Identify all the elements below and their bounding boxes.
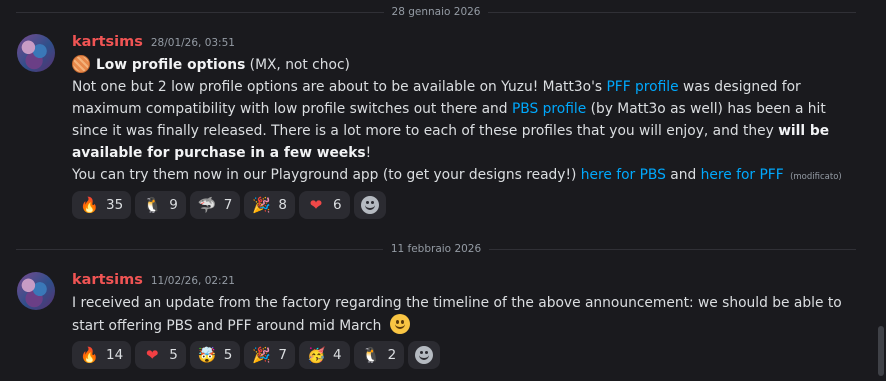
text-span: Not one but 2 low profile options are ab…: [72, 79, 607, 95]
avatar[interactable]: [17, 272, 55, 310]
reaction-count: 14: [106, 347, 124, 363]
reaction-count: 7: [278, 347, 287, 363]
divider-line: [488, 11, 856, 13]
fire-icon: 🔥: [80, 195, 99, 214]
divider-date-label: 28 gennaio 2026: [391, 6, 481, 18]
text-span: I received an update from the factory re…: [72, 295, 842, 334]
author-name[interactable]: kartsims: [72, 34, 143, 50]
reaction-count: 6: [332, 197, 342, 213]
pbs-profile-link[interactable]: PBS profile: [512, 101, 586, 117]
heart-on-fire-icon: ❤: [309, 195, 323, 214]
reaction-count: 35: [106, 197, 124, 213]
reaction-count: 9: [169, 197, 178, 213]
divider-date-label: 11 febbraio 2026: [390, 243, 482, 255]
add-reaction-button[interactable]: [408, 341, 441, 369]
text-span: and: [665, 167, 701, 183]
divider-line: [16, 11, 384, 13]
reaction-shark[interactable]: 🦈 7: [189, 191, 241, 219]
message-title-suffix: (MX, not choc): [245, 57, 350, 73]
reaction-penguin[interactable]: 🐧 9: [135, 191, 186, 219]
reaction-count: 8: [278, 197, 287, 213]
reaction-fire[interactable]: 🔥 14: [72, 341, 132, 369]
penguin-icon: 🐧: [361, 345, 381, 364]
reaction-party-popper[interactable]: 🎉 7: [244, 341, 295, 369]
message-title: Low profile options: [96, 57, 246, 73]
pff-playground-link[interactable]: here for PFF: [701, 167, 784, 183]
party-popper-icon: 🎉: [252, 345, 272, 364]
reaction-count: 5: [169, 347, 178, 363]
reaction-bar: 🔥 14 ❤ 5 🤯 5 🎉 7 🥳 4 🐧 2: [72, 341, 441, 369]
date-divider: 11 febbraio 2026: [16, 242, 856, 256]
fire-icon: 🔥: [80, 345, 99, 364]
reaction-exploding-head[interactable]: 🤯 5: [189, 341, 241, 369]
add-reaction-icon: [360, 196, 379, 214]
exploding-head-icon: 🤯: [197, 345, 217, 364]
text-span: !: [365, 145, 372, 161]
divider-line: [16, 248, 383, 250]
reaction-party-popper[interactable]: 🎉 8: [244, 191, 295, 219]
reaction-count: 5: [223, 347, 233, 363]
smiley-emoji-icon: [389, 314, 410, 334]
message-paragraph: Not one but 2 low profile options are ab…: [72, 76, 864, 164]
reaction-count: 4: [332, 347, 342, 363]
avatar[interactable]: [17, 34, 55, 72]
reaction-bar: 🔥 35 🐧 9 🦈 7 🎉 8 ❤ 6: [72, 191, 386, 219]
text-span: You can try them now in our Playground a…: [72, 167, 581, 183]
reaction-count: 2: [387, 347, 397, 363]
message-header: kartsims 11/02/26, 02:21: [72, 272, 864, 292]
partying-face-icon: 🥳: [306, 345, 326, 364]
reaction-heart-on-fire[interactable]: ❤ 6: [298, 191, 350, 219]
edited-label: (modificato): [790, 172, 842, 182]
message-timestamp[interactable]: 28/01/26, 03:51: [151, 37, 235, 49]
reaction-heart[interactable]: ❤ 5: [135, 341, 186, 369]
shark-icon: 🦈: [197, 195, 217, 214]
divider-line: [489, 248, 856, 250]
heart-icon: ❤: [145, 345, 159, 364]
message-paragraph: You can try them now in our Playground a…: [72, 164, 864, 188]
message-body: I received an update from the factory re…: [72, 292, 864, 337]
penguin-icon: 🐧: [143, 195, 162, 214]
add-reaction-button[interactable]: [353, 191, 386, 219]
reaction-partying-face[interactable]: 🥳 4: [298, 341, 350, 369]
message-timestamp[interactable]: 11/02/26, 02:21: [151, 275, 235, 287]
scrollbar-thumb[interactable]: [878, 326, 884, 376]
party-popper-icon: 🎉: [252, 195, 272, 214]
keycap-emoji-icon: [72, 55, 90, 73]
message-content: kartsims 28/01/26, 03:51 Low profile opt…: [72, 34, 864, 188]
message-title-line: Low profile options (MX, not choc): [72, 54, 864, 76]
message-content: kartsims 11/02/26, 02:21 I received an u…: [72, 272, 864, 337]
message-header: kartsims 28/01/26, 03:51: [72, 34, 864, 54]
reaction-fire[interactable]: 🔥 35: [72, 191, 132, 219]
date-divider: 28 gennaio 2026: [16, 5, 856, 19]
message-body: Low profile options (MX, not choc) Not o…: [72, 54, 864, 188]
reaction-count: 7: [223, 197, 233, 213]
pbs-playground-link[interactable]: here for PBS: [581, 167, 666, 183]
pff-profile-link[interactable]: PFF profile: [606, 79, 678, 95]
author-name[interactable]: kartsims: [72, 272, 143, 288]
reaction-penguin[interactable]: 🐧 2: [353, 341, 405, 369]
add-reaction-icon: [415, 346, 434, 364]
